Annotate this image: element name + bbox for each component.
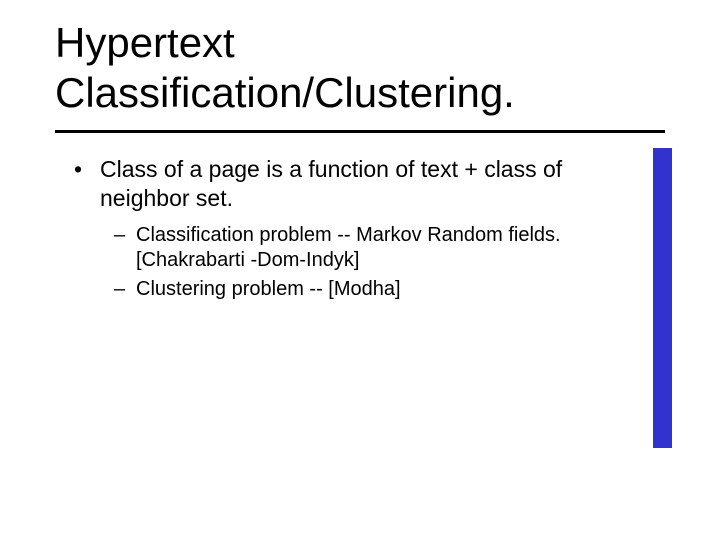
bullet-dot: • bbox=[70, 155, 100, 213]
list-item-text: Classification problem -- Markov Random … bbox=[136, 223, 630, 273]
list-item-text: Class of a page is a function of text + … bbox=[100, 155, 630, 213]
list-item-text: Clustering problem -- [Modha] bbox=[136, 277, 630, 302]
list-item: – Classification problem -- Markov Rando… bbox=[114, 223, 630, 273]
sub-list: – Classification problem -- Markov Rando… bbox=[114, 223, 630, 302]
title-area: Hypertext Classification/Clustering. bbox=[55, 18, 665, 117]
title-underline bbox=[55, 130, 665, 133]
list-item: • Class of a page is a function of text … bbox=[70, 155, 630, 213]
bullet-dash: – bbox=[114, 223, 136, 273]
body-area: • Class of a page is a function of text … bbox=[70, 155, 630, 306]
list-item: – Clustering problem -- [Modha] bbox=[114, 277, 630, 302]
bullet-dash: – bbox=[114, 277, 136, 302]
slide: Hypertext Classification/Clustering. • C… bbox=[0, 0, 720, 540]
accent-bar bbox=[653, 148, 672, 448]
slide-title: Hypertext Classification/Clustering. bbox=[55, 18, 665, 117]
